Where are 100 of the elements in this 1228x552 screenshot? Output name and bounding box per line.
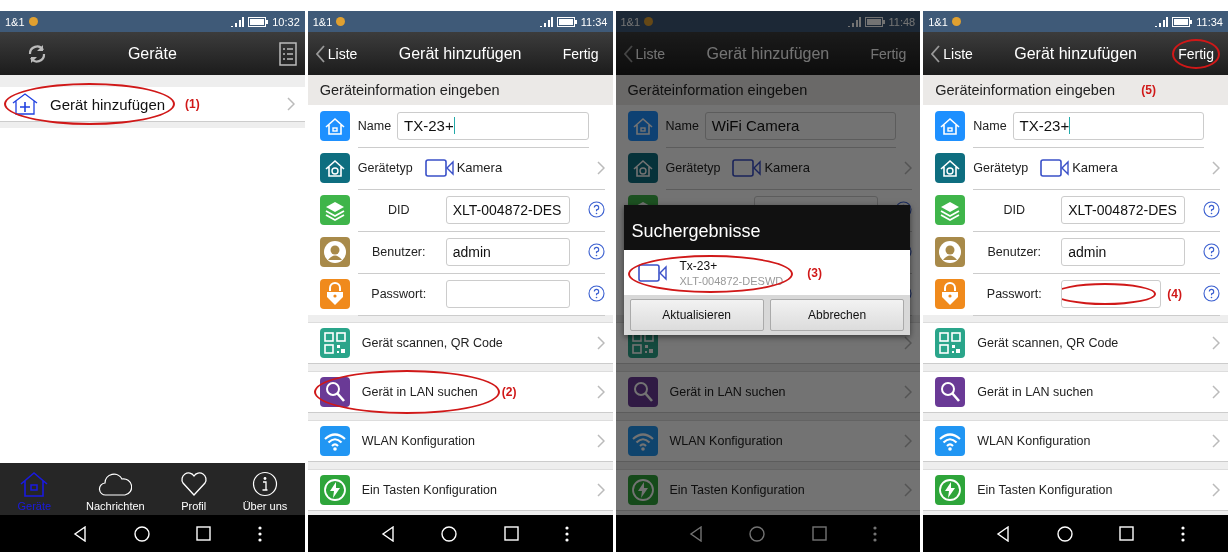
text-field[interactable] bbox=[1061, 279, 1162, 308]
text-cursor bbox=[453, 117, 455, 134]
help-icon[interactable] bbox=[1203, 285, 1220, 302]
result-item[interactable]: Tx-23+ XLT-004872-DESWD (3) bbox=[623, 250, 911, 295]
chevron-right-icon bbox=[286, 97, 295, 111]
field-label: Gerätetyp bbox=[973, 160, 1029, 175]
menu-item[interactable]: Gerät in LAN suchen (2) bbox=[307, 371, 613, 413]
tab-item[interactable]: Nachrichten bbox=[82, 471, 149, 512]
text-field[interactable]: admin bbox=[445, 237, 570, 266]
back-icon[interactable] bbox=[380, 525, 395, 542]
tab-item[interactable]: Über uns bbox=[238, 471, 292, 512]
recents-icon[interactable] bbox=[196, 526, 212, 541]
chevron-right-icon bbox=[1212, 385, 1220, 399]
layers-icon bbox=[935, 195, 966, 225]
section-title: Geräteinformation eingeben bbox=[319, 82, 500, 98]
item-label: Ein Tasten Konfiguration bbox=[361, 483, 498, 497]
menu-item[interactable]: Ein Tasten Konfiguration bbox=[615, 469, 921, 511]
dialog-button[interactable]: Abbrechen bbox=[769, 299, 905, 331]
done-link[interactable]: Fertig bbox=[556, 38, 605, 69]
menu-item[interactable]: WLAN Konfiguration bbox=[615, 420, 921, 462]
screen-title: Gerät hinzufügen bbox=[1013, 44, 1138, 63]
menu-item[interactable]: Gerät scannen, QR Code bbox=[923, 322, 1228, 364]
more-icon[interactable] bbox=[565, 525, 570, 542]
dialog-button[interactable]: Aktualisieren bbox=[629, 299, 764, 331]
carrier-label: 1&1 bbox=[5, 15, 25, 28]
item-label: WLAN Konfiguration bbox=[361, 434, 475, 448]
list-icon[interactable] bbox=[278, 41, 297, 66]
done-link[interactable]: Fertig bbox=[1172, 38, 1220, 69]
field-label: DID bbox=[1002, 202, 1026, 217]
done-link[interactable]: Fertig bbox=[864, 38, 913, 69]
help-icon[interactable] bbox=[587, 243, 605, 260]
menu-item[interactable]: Ein Tasten Konfiguration bbox=[307, 469, 613, 511]
padlock-icon bbox=[935, 279, 966, 309]
chevron-right-icon bbox=[1212, 434, 1220, 448]
chevron-right-icon bbox=[1212, 160, 1220, 175]
menu-item[interactable]: Gerät in LAN suchen bbox=[615, 371, 921, 413]
item-label: Gerät in LAN suchen bbox=[669, 385, 786, 399]
signal-icon bbox=[1154, 16, 1169, 27]
field-label: Name bbox=[665, 118, 699, 133]
back-icon[interactable] bbox=[73, 525, 88, 542]
back-link[interactable]: Liste bbox=[315, 44, 374, 63]
chevron-right-icon bbox=[1212, 336, 1220, 350]
qr-code-icon bbox=[319, 328, 350, 358]
text-field[interactable]: TX-23+ bbox=[397, 111, 589, 140]
house-plus-icon bbox=[12, 93, 38, 115]
chevron-right-icon bbox=[904, 434, 913, 448]
home-icon[interactable] bbox=[1056, 525, 1073, 542]
clock-time: 11:34 bbox=[580, 15, 608, 28]
back-link[interactable]: Liste bbox=[931, 44, 990, 63]
item-label: WLAN Konfiguration bbox=[977, 434, 1091, 448]
help-icon[interactable] bbox=[1203, 201, 1220, 218]
item-label: Gerät scannen, QR Code bbox=[977, 336, 1119, 350]
more-icon[interactable] bbox=[257, 525, 262, 542]
person-icon bbox=[319, 237, 350, 267]
house-icon bbox=[19, 471, 50, 497]
back-icon[interactable] bbox=[996, 525, 1011, 542]
lightning-icon bbox=[627, 475, 658, 505]
annotation-label: (4) bbox=[1167, 286, 1182, 301]
home-icon[interactable] bbox=[133, 525, 150, 542]
recents-icon[interactable] bbox=[503, 526, 519, 541]
text-field[interactable]: XLT-004872-DES bbox=[445, 195, 570, 224]
chevron-right-icon bbox=[596, 385, 605, 399]
annotation-label: (1) bbox=[185, 97, 200, 111]
tab-item[interactable]: Profil bbox=[175, 471, 212, 512]
carrier-label: 1&1 bbox=[620, 15, 641, 28]
search-icon bbox=[935, 377, 966, 407]
more-icon[interactable] bbox=[1180, 525, 1185, 542]
menu-item[interactable]: Ein Tasten Konfiguration bbox=[923, 469, 1228, 511]
chevron-right-icon bbox=[596, 483, 605, 497]
camera-icon bbox=[1040, 158, 1071, 177]
text-field[interactable]: admin bbox=[1061, 237, 1186, 266]
menu-item[interactable]: WLAN Konfiguration bbox=[923, 420, 1228, 462]
heart-icon bbox=[179, 471, 208, 497]
home-icon[interactable] bbox=[441, 525, 458, 542]
lightning-icon bbox=[935, 475, 966, 505]
notification-icon bbox=[951, 17, 961, 26]
help-icon[interactable] bbox=[1203, 243, 1220, 260]
chevron-left-icon bbox=[931, 44, 941, 63]
menu-item[interactable]: Gerät in LAN suchen bbox=[923, 371, 1228, 413]
text-field[interactable]: TX-23+ bbox=[1012, 111, 1204, 140]
back-link[interactable]: Liste bbox=[623, 44, 682, 63]
help-icon[interactable] bbox=[587, 285, 605, 302]
menu-item[interactable]: Gerät scannen, QR Code bbox=[307, 322, 613, 364]
menu-item[interactable]: WLAN Konfiguration bbox=[307, 420, 613, 462]
text-field[interactable]: WiFi Camera bbox=[704, 111, 897, 140]
section-title: Geräteinformation eingeben bbox=[935, 82, 1115, 98]
device-name: Tx-23+ bbox=[679, 258, 719, 273]
battery-icon bbox=[248, 16, 269, 27]
cloud-icon bbox=[98, 471, 133, 497]
chevron-right-icon bbox=[596, 336, 605, 350]
text-field[interactable]: XLT-004872-DES bbox=[1061, 195, 1186, 224]
chevron-right-icon bbox=[904, 336, 913, 350]
text-field[interactable] bbox=[445, 279, 570, 308]
notification-icon bbox=[336, 17, 346, 26]
padlock-icon bbox=[319, 279, 350, 309]
item-label: Gerät in LAN suchen bbox=[977, 385, 1094, 399]
help-icon[interactable] bbox=[587, 201, 605, 218]
recents-icon[interactable] bbox=[1119, 526, 1135, 541]
field-label: Name bbox=[357, 118, 392, 133]
item-label: Gerät hinzufügen bbox=[50, 95, 166, 113]
